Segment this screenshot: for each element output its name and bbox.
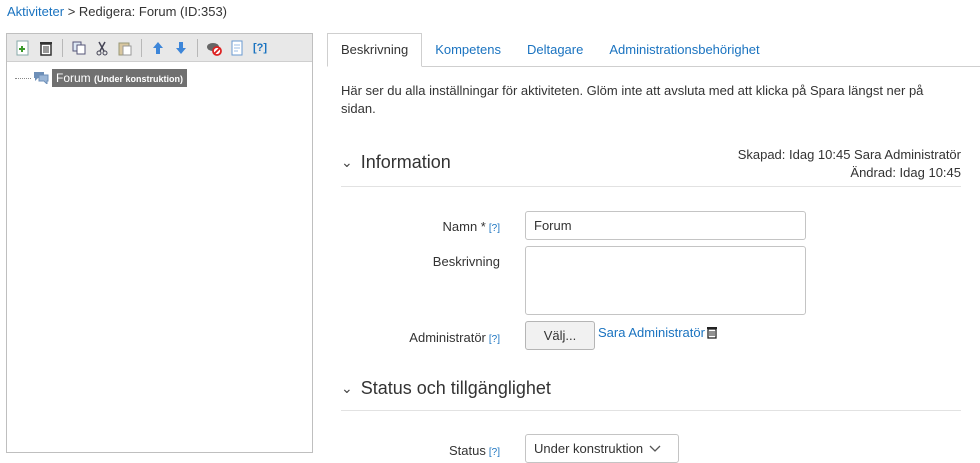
admin-name-link[interactable]: Sara Administratör bbox=[598, 325, 705, 340]
trash-icon[interactable] bbox=[706, 326, 718, 339]
breadcrumb-current: Redigera: Forum (ID:353) bbox=[78, 4, 228, 19]
toolbar-help-icon[interactable]: [?] bbox=[250, 38, 270, 58]
status-select[interactable]: Under konstruktion bbox=[525, 434, 679, 463]
information-title: Information bbox=[360, 152, 451, 172]
chevron-down-icon bbox=[649, 445, 661, 453]
tree-body: Forum (Under konstruktion) bbox=[7, 62, 312, 362]
tree-node-status: (Under konstruktion) bbox=[94, 74, 184, 84]
admin-label: Administratör [?] bbox=[340, 330, 500, 345]
description-label: Beskrivning bbox=[432, 254, 500, 269]
paste-icon[interactable] bbox=[115, 38, 135, 58]
toolbar-separator bbox=[141, 38, 142, 57]
hide-icon[interactable] bbox=[204, 38, 224, 58]
tree-node-name: Forum bbox=[56, 71, 91, 85]
information-meta: Skapad: Idag 10:45 Sara Administratör Än… bbox=[738, 146, 961, 182]
name-label: Namn * [?] bbox=[340, 219, 500, 234]
tab-administrationsbehorighet[interactable]: Administrationsbehörighet bbox=[596, 34, 772, 66]
forum-icon bbox=[33, 70, 49, 87]
tab-kompetens[interactable]: Kompetens bbox=[422, 34, 514, 66]
toolbar-separator bbox=[62, 38, 63, 57]
activity-tree-panel: [?] Forum (Under konstruktion) bbox=[6, 33, 313, 453]
changed-info: Ändrad: Idag 10:45 bbox=[850, 165, 961, 180]
tree-node-forum[interactable]: Forum (Under konstruktion) bbox=[15, 69, 188, 87]
tab-beskrivning[interactable]: Beskrivning bbox=[327, 33, 423, 67]
tree-toolbar: [?] bbox=[7, 34, 312, 62]
tree-node-label[interactable]: Forum (Under konstruktion) bbox=[52, 69, 188, 87]
chevron-down-icon: ⌄ bbox=[341, 380, 353, 396]
move-down-icon[interactable] bbox=[171, 38, 191, 58]
intro-text: Här ser du alla inställningar för aktivi… bbox=[341, 83, 924, 116]
created-info: Skapad: Idag 10:45 Sara Administratör bbox=[737, 147, 961, 162]
cut-icon[interactable] bbox=[92, 38, 112, 58]
delete-icon[interactable] bbox=[36, 38, 56, 58]
description-textarea[interactable] bbox=[525, 246, 806, 315]
tab-deltagare[interactable]: Deltagare bbox=[514, 34, 596, 66]
move-up-icon[interactable] bbox=[148, 38, 168, 58]
toolbar-separator bbox=[197, 38, 198, 57]
tab-bar: Beskrivning Kompetens Deltagare Administ… bbox=[327, 33, 980, 67]
breadcrumb-separator: > bbox=[64, 4, 79, 19]
name-help-link[interactable]: [?] bbox=[489, 223, 500, 234]
admin-entry: Sara Administratör bbox=[598, 325, 718, 340]
status-section-title: Status och tillgänglighet bbox=[360, 378, 551, 398]
breadcrumb-link-aktiviteter[interactable]: Aktiviteter bbox=[7, 4, 64, 19]
information-section-header: ⌄ Information Skapad: Idag 10:45 Sara Ad… bbox=[341, 146, 961, 187]
breadcrumb: Aktiviteter > Redigera: Forum (ID:353) bbox=[7, 4, 227, 19]
status-section-header: ⌄ Status och tillgänglighet bbox=[341, 372, 961, 411]
chevron-down-icon: ⌄ bbox=[341, 154, 353, 170]
admin-label-text: Administratör bbox=[409, 330, 486, 345]
choose-admin-button[interactable]: Välj... bbox=[525, 321, 595, 350]
status-select-value: Under konstruktion bbox=[534, 441, 644, 456]
name-label-text: Namn * bbox=[442, 219, 486, 234]
name-input[interactable] bbox=[525, 211, 806, 240]
admin-help-link[interactable]: [?] bbox=[489, 334, 500, 345]
status-section-toggle[interactable]: ⌄ Status och tillgänglighet bbox=[341, 378, 961, 399]
status-label: Status [?] bbox=[340, 443, 500, 458]
tree-connector bbox=[15, 77, 31, 79]
status-help-link[interactable]: [?] bbox=[489, 447, 500, 458]
page-icon[interactable] bbox=[227, 38, 247, 58]
add-child-icon[interactable] bbox=[13, 38, 33, 58]
copy-icon[interactable] bbox=[69, 38, 89, 58]
status-label-text: Status bbox=[449, 443, 486, 458]
